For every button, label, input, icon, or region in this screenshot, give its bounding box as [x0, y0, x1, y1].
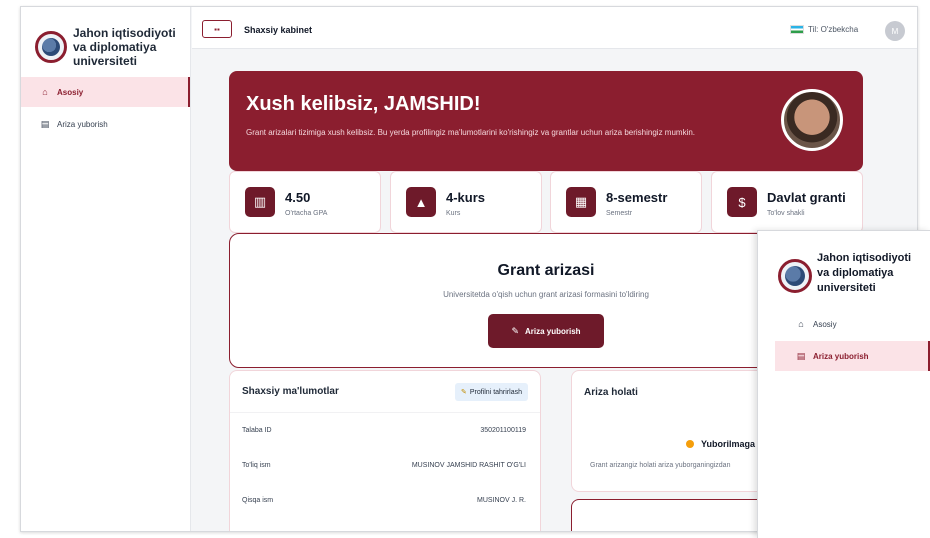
money-bag-icon: $ — [727, 187, 757, 217]
books-icon: ▥ — [245, 187, 275, 217]
grid-icon: ▪▪ — [214, 24, 220, 34]
info-row-short-name: Qisqa ism MUSINOV J. R. — [230, 483, 540, 518]
status-text: Yuborilmaga — [701, 439, 756, 449]
stat-card-course: ▲ 4-kurs Kurs — [390, 171, 542, 233]
row-value: MUSINOV JAMSHID RASHIT O'G'LI — [411, 462, 526, 469]
calendar-icon: ▦ — [566, 187, 596, 217]
row-label: Qisqa ism — [242, 497, 274, 504]
stat-label: To'lov shakli — [767, 210, 805, 217]
stats-row: ▥ 4.50 O'rtacha GPA ▲ 4-kurs Kurs ▦ 8-se… — [229, 171, 863, 233]
button-label: Ariza yuborish — [524, 326, 581, 336]
sidebar-item-asosiy[interactable]: ⌂ Asosiy — [21, 77, 190, 107]
sidebar-item-label: Asosiy — [57, 87, 84, 97]
document-icon: ▤ — [40, 118, 50, 129]
overlay-nav: ⌂ Asosiy ▤ Ariza yuborish — [758, 309, 930, 371]
uzbekistan-flag-icon — [790, 25, 804, 34]
stat-label: Semestr — [606, 210, 633, 217]
stat-card-gpa: ▥ 4.50 O'rtacha GPA — [229, 171, 381, 233]
brand[interactable]: Jahon iqtisodiyoti va diplomatiya univer… — [21, 7, 190, 71]
globe-icon — [785, 266, 805, 286]
status-note: Grant arizangiz holati ariza yuborganing… — [590, 462, 731, 469]
row-value: 350201100119 — [480, 427, 526, 434]
page-title: Shaxsiy kabinet — [244, 25, 313, 35]
row-value: MUSINOV J. R. — [476, 497, 526, 504]
brand-name: Jahon iqtisodiyoti va diplomatiya univer… — [73, 26, 176, 68]
sidebar-zoom-overlay: Jahon iqtisodiyoti va diplomatiya univer… — [757, 230, 930, 538]
status-dot-icon — [686, 440, 694, 448]
home-icon: ⌂ — [42, 87, 48, 97]
profile-photo — [781, 89, 843, 151]
personal-info-card: Shaxsiy ma'lumotlar ✎ Profilni tahrirlash… — [229, 370, 541, 531]
stat-value: 4-kurs — [446, 190, 486, 205]
sidebar-item-ariza-yuborish[interactable]: ▤ Ariza yuborish — [21, 109, 190, 139]
welcome-title: Xush kelibsiz, JAMSHID! — [246, 93, 481, 115]
stat-label: O'rtacha GPA — [285, 210, 328, 217]
overlay-item-label: Asosiy — [813, 319, 837, 329]
stat-card-payment: $ Davlat granti To'lov shakli — [711, 171, 863, 233]
card-title: Shaxsiy ma'lumotlar — [242, 386, 339, 397]
sidebar-nav: ⌂ Asosiy ▤ Ariza yuborish — [21, 77, 190, 139]
stat-value: Davlat granti — [767, 190, 846, 205]
row-label: To'liq ism — [242, 462, 271, 469]
status-indicator: Yuborilmaga — [686, 439, 755, 449]
university-logo — [778, 259, 812, 293]
submit-application-button[interactable]: ✎ Ariza yuborish — [488, 314, 604, 348]
sidebar: Jahon iqtisodiyoti va diplomatiya univer… — [21, 7, 191, 531]
menu-toggle-button[interactable]: ▪▪ — [202, 20, 232, 38]
overlay-item-asosiy[interactable]: ⌂ Asosiy — [775, 309, 930, 339]
top-bar: ▪▪ Shaxsiy kabinet Til: O'zbekcha M — [192, 7, 917, 49]
overlay-item-label: Ariza yuborish — [813, 351, 869, 361]
user-avatar[interactable]: M — [885, 21, 905, 41]
language-label: Til: O'zbekcha — [808, 25, 859, 34]
stat-value: 4.50 — [285, 190, 311, 205]
welcome-banner: Xush kelibsiz, JAMSHID! Grant arizalari … — [229, 71, 863, 171]
button-label: Profilni tahrirlash — [469, 388, 522, 396]
stat-card-semester: ▦ 8-semestr Semestr — [550, 171, 702, 233]
stat-value: 8-semestr — [606, 190, 668, 205]
info-row-student-id: Talaba ID 350201100119 — [230, 413, 540, 448]
edit-profile-button[interactable]: ✎ Profilni tahrirlash — [454, 382, 528, 401]
sidebar-item-label: Ariza yuborish — [57, 119, 108, 129]
overlay-brand-name: Jahon iqtisodiyoti va diplomatiya univer… — [817, 252, 912, 294]
pencil-note-icon: ✎ — [511, 325, 519, 336]
document-icon: ▤ — [796, 350, 806, 361]
graduation-cap-icon: ▲ — [406, 187, 436, 217]
university-logo — [35, 31, 67, 63]
globe-icon — [42, 38, 60, 56]
pencil-icon: ✎ — [460, 388, 467, 396]
overlay-item-ariza-yuborish[interactable]: ▤ Ariza yuborish — [775, 341, 930, 371]
card-header: Shaxsiy ma'lumotlar ✎ Profilni tahrirlash — [230, 371, 540, 413]
info-row-full-name: To'liq ism MUSINOV JAMSHID RASHIT O'G'LI — [230, 448, 540, 483]
home-icon: ⌂ — [798, 319, 804, 329]
card-title: Ariza holati — [584, 386, 638, 398]
language-selector[interactable]: Til: O'zbekcha — [790, 25, 858, 34]
row-label: Talaba ID — [242, 427, 272, 434]
stat-label: Kurs — [446, 210, 461, 217]
welcome-subtitle: Grant arizalari tizimiga xush kelibsiz. … — [246, 128, 696, 137]
